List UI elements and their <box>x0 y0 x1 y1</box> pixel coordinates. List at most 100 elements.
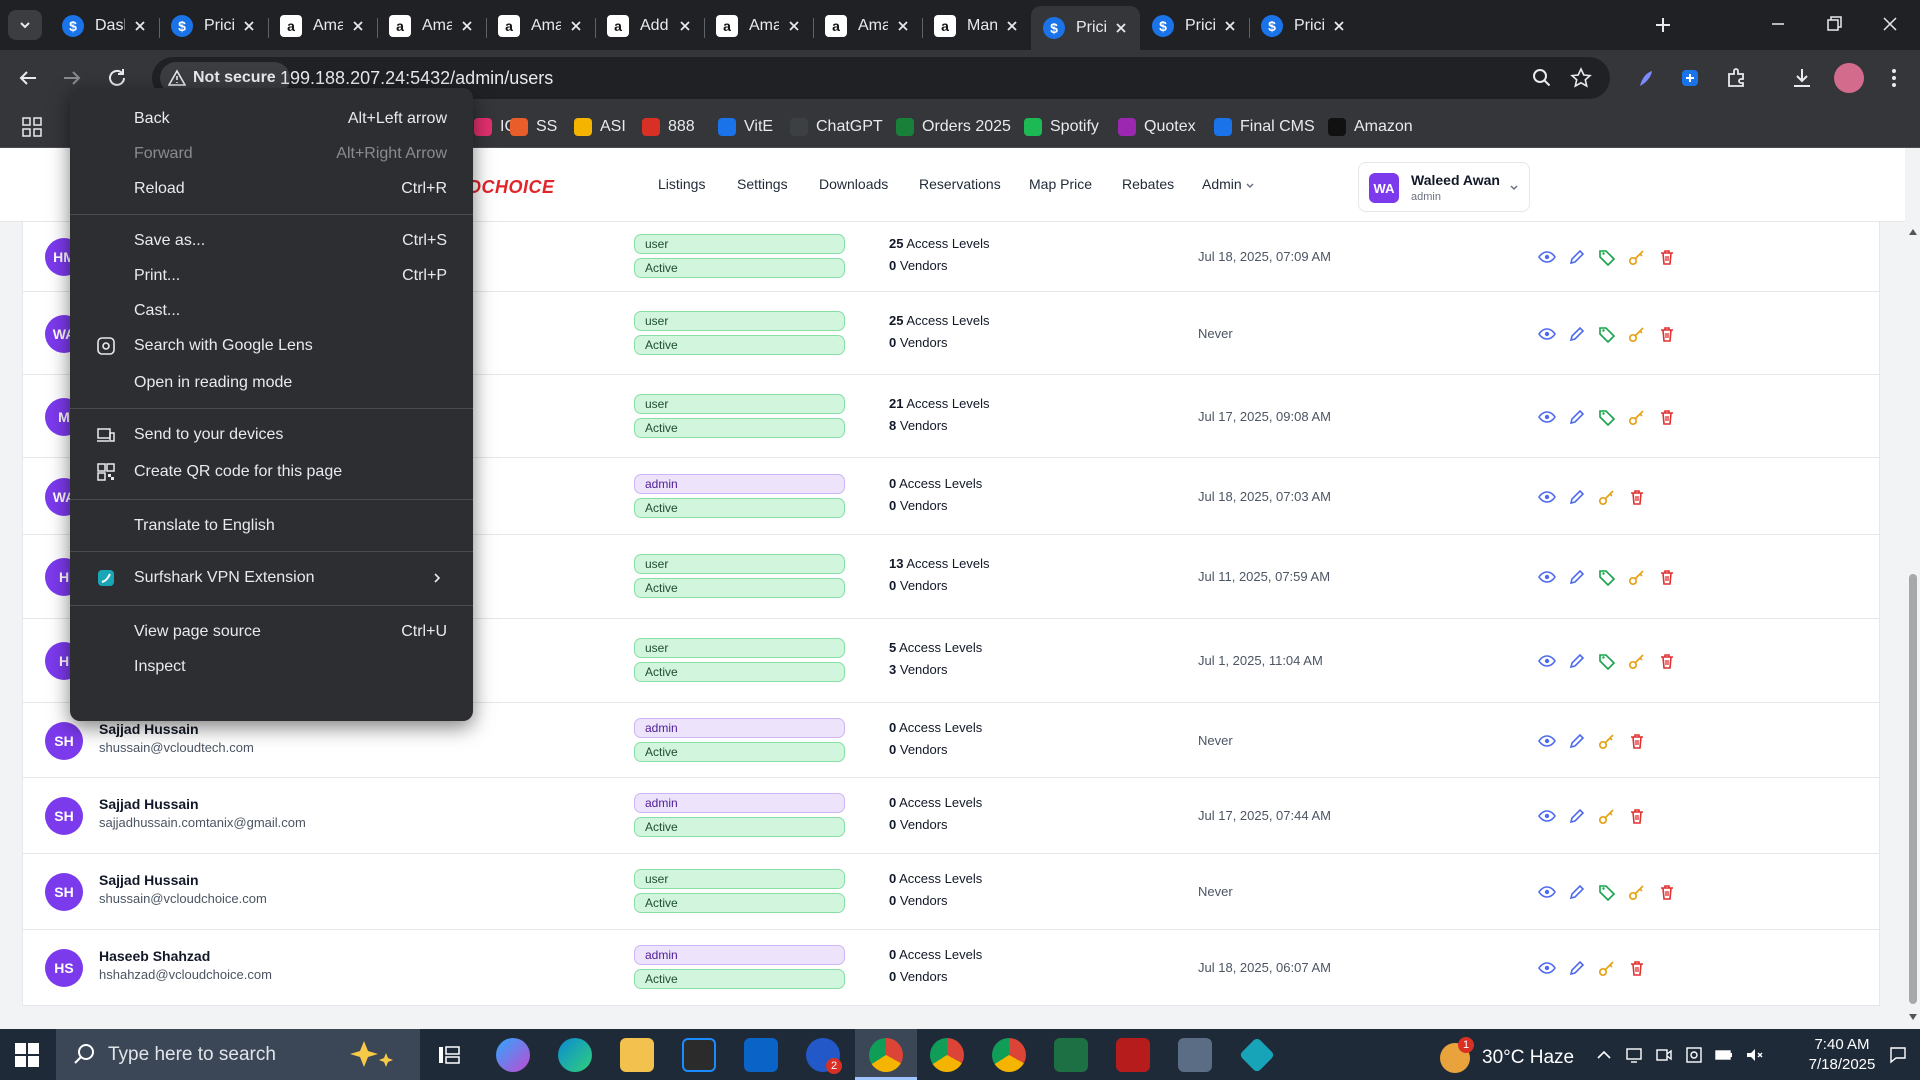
scroll-down-arrow-icon[interactable] <box>1908 1013 1918 1021</box>
view-icon[interactable] <box>1538 408 1556 426</box>
close-window-icon[interactable] <box>1878 12 1902 36</box>
bookmark-item[interactable]: ChatGPT <box>790 114 883 140</box>
store-app-icon[interactable] <box>682 1038 716 1072</box>
chrome-profile-app-icon[interactable] <box>930 1038 964 1072</box>
key-icon[interactable] <box>1628 568 1646 586</box>
page-scrollbar[interactable] <box>1905 222 1920 1029</box>
browser-tab[interactable]: a Amazo <box>486 6 595 46</box>
context-menu-item[interactable]: Translate to English <box>70 509 473 543</box>
close-tab-icon[interactable] <box>1330 17 1348 35</box>
bookmark-item[interactable]: Quotex <box>1118 114 1196 140</box>
calculator-app-icon[interactable] <box>1178 1038 1212 1072</box>
nav-map-price[interactable]: Map Price <box>1029 176 1092 192</box>
tag-icon[interactable] <box>1598 248 1616 266</box>
key-icon[interactable] <box>1628 325 1646 343</box>
context-menu-item[interactable]: Open in reading mode <box>70 366 473 400</box>
browser-tab[interactable]: $ Pricing <box>1140 6 1249 46</box>
key-icon[interactable] <box>1628 883 1646 901</box>
bookmark-item[interactable]: Final CMS <box>1214 114 1315 140</box>
close-tab-icon[interactable] <box>131 17 149 35</box>
delete-icon[interactable] <box>1658 248 1676 266</box>
zoom-magnifier-icon[interactable] <box>1532 68 1552 88</box>
tag-icon[interactable] <box>1598 408 1616 426</box>
nav-admin[interactable]: Admin <box>1202 176 1242 192</box>
profile-avatar[interactable] <box>1834 63 1864 93</box>
bookmark-item[interactable]: VitE <box>718 114 773 140</box>
bookmark-item[interactable]: SS <box>510 114 557 140</box>
context-menu-item[interactable]: View page source Ctrl+U <box>70 615 473 649</box>
restore-icon[interactable] <box>1822 12 1846 36</box>
delete-icon[interactable] <box>1628 959 1646 977</box>
edit-icon[interactable] <box>1568 408 1586 426</box>
close-tab-icon[interactable] <box>458 17 476 35</box>
new-tab-plus-icon[interactable] <box>1650 12 1676 38</box>
delete-icon[interactable] <box>1658 325 1676 343</box>
url-text[interactable]: 199.188.207.24:5432/admin/users <box>280 68 553 89</box>
browser-tab[interactable]: $ Pricing <box>159 6 268 46</box>
extensions-puzzle-icon[interactable] <box>1722 64 1750 92</box>
browser-tab[interactable]: a Add Pr <box>595 6 704 46</box>
edge-app-icon[interactable] <box>558 1038 592 1072</box>
edit-icon[interactable] <box>1568 488 1586 506</box>
bookmark-item[interactable]: ASI <box>574 114 626 140</box>
nav-downloads[interactable]: Downloads <box>819 176 888 192</box>
chevron-up-icon[interactable] <box>1594 1045 1614 1065</box>
context-menu-item[interactable]: Search with Google Lens <box>70 329 473 363</box>
delete-icon[interactable] <box>1658 883 1676 901</box>
download-icon[interactable] <box>1788 64 1816 92</box>
nav-rebates[interactable]: Rebates <box>1122 176 1174 192</box>
file-explorer-icon[interactable] <box>620 1038 654 1072</box>
user-menu[interactable]: WA Waleed Awan admin <box>1358 162 1530 212</box>
close-tab-icon[interactable] <box>240 17 258 35</box>
edit-icon[interactable] <box>1568 807 1586 825</box>
bookmark-item[interactable]: Orders 2025 <box>896 114 1011 140</box>
edit-icon[interactable] <box>1568 248 1586 266</box>
delete-icon[interactable] <box>1628 807 1646 825</box>
browser-tab[interactable]: $ Dashb <box>50 6 159 46</box>
close-tab-icon[interactable] <box>1221 17 1239 35</box>
view-icon[interactable] <box>1538 325 1556 343</box>
brand-logo[interactable]: DCHOICE <box>468 177 555 198</box>
minimize-icon[interactable] <box>1766 12 1790 36</box>
context-menu-item[interactable]: Surfshark VPN Extension <box>70 561 473 595</box>
apps-grid-icon[interactable] <box>22 117 42 137</box>
context-menu-item[interactable]: Back Alt+Left arrow <box>70 102 473 136</box>
context-menu-item[interactable]: Cast... <box>70 294 473 328</box>
scrollbar-thumb[interactable] <box>1909 574 1917 1004</box>
bookmark-item[interactable]: Spotify <box>1024 114 1099 140</box>
view-icon[interactable] <box>1538 959 1556 977</box>
tag-icon[interactable] <box>1598 883 1616 901</box>
copilot-app-icon[interactable] <box>496 1038 530 1072</box>
search-highlight-icon[interactable] <box>344 1037 400 1071</box>
edit-icon[interactable] <box>1568 959 1586 977</box>
context-menu-item[interactable]: Send to your devices <box>70 418 473 452</box>
edit-icon[interactable] <box>1568 325 1586 343</box>
chrome-active-slot[interactable] <box>855 1029 917 1080</box>
browser-tab[interactable]: a Amazo <box>813 6 922 46</box>
tag-icon[interactable] <box>1598 325 1616 343</box>
view-icon[interactable] <box>1538 807 1556 825</box>
tag-icon[interactable] <box>1598 568 1616 586</box>
view-icon[interactable] <box>1538 488 1556 506</box>
context-menu-item[interactable]: Create QR code for this page <box>70 455 473 489</box>
delete-icon[interactable] <box>1658 568 1676 586</box>
close-tab-icon[interactable] <box>894 17 912 35</box>
chrome-profile2-app-icon[interactable] <box>992 1038 1026 1072</box>
browser-tab[interactable]: $ Pricing <box>1031 6 1140 50</box>
edit-icon[interactable] <box>1568 568 1586 586</box>
delete-icon[interactable] <box>1628 488 1646 506</box>
view-icon[interactable] <box>1538 732 1556 750</box>
key-icon[interactable] <box>1598 488 1616 506</box>
close-tab-icon[interactable] <box>349 17 367 35</box>
edge-dev-app-icon[interactable]: 2 <box>806 1038 842 1074</box>
edit-icon[interactable] <box>1568 732 1586 750</box>
context-menu-item[interactable]: Inspect <box>70 650 473 684</box>
context-menu-item[interactable]: Reload Ctrl+R <box>70 172 473 206</box>
key-icon[interactable] <box>1598 959 1616 977</box>
edit-icon[interactable] <box>1568 883 1586 901</box>
delete-icon[interactable] <box>1628 732 1646 750</box>
key-icon[interactable] <box>1598 732 1616 750</box>
key-icon[interactable] <box>1628 248 1646 266</box>
volume-muted-icon[interactable] <box>1744 1045 1764 1065</box>
task-view-icon[interactable] <box>436 1042 462 1068</box>
